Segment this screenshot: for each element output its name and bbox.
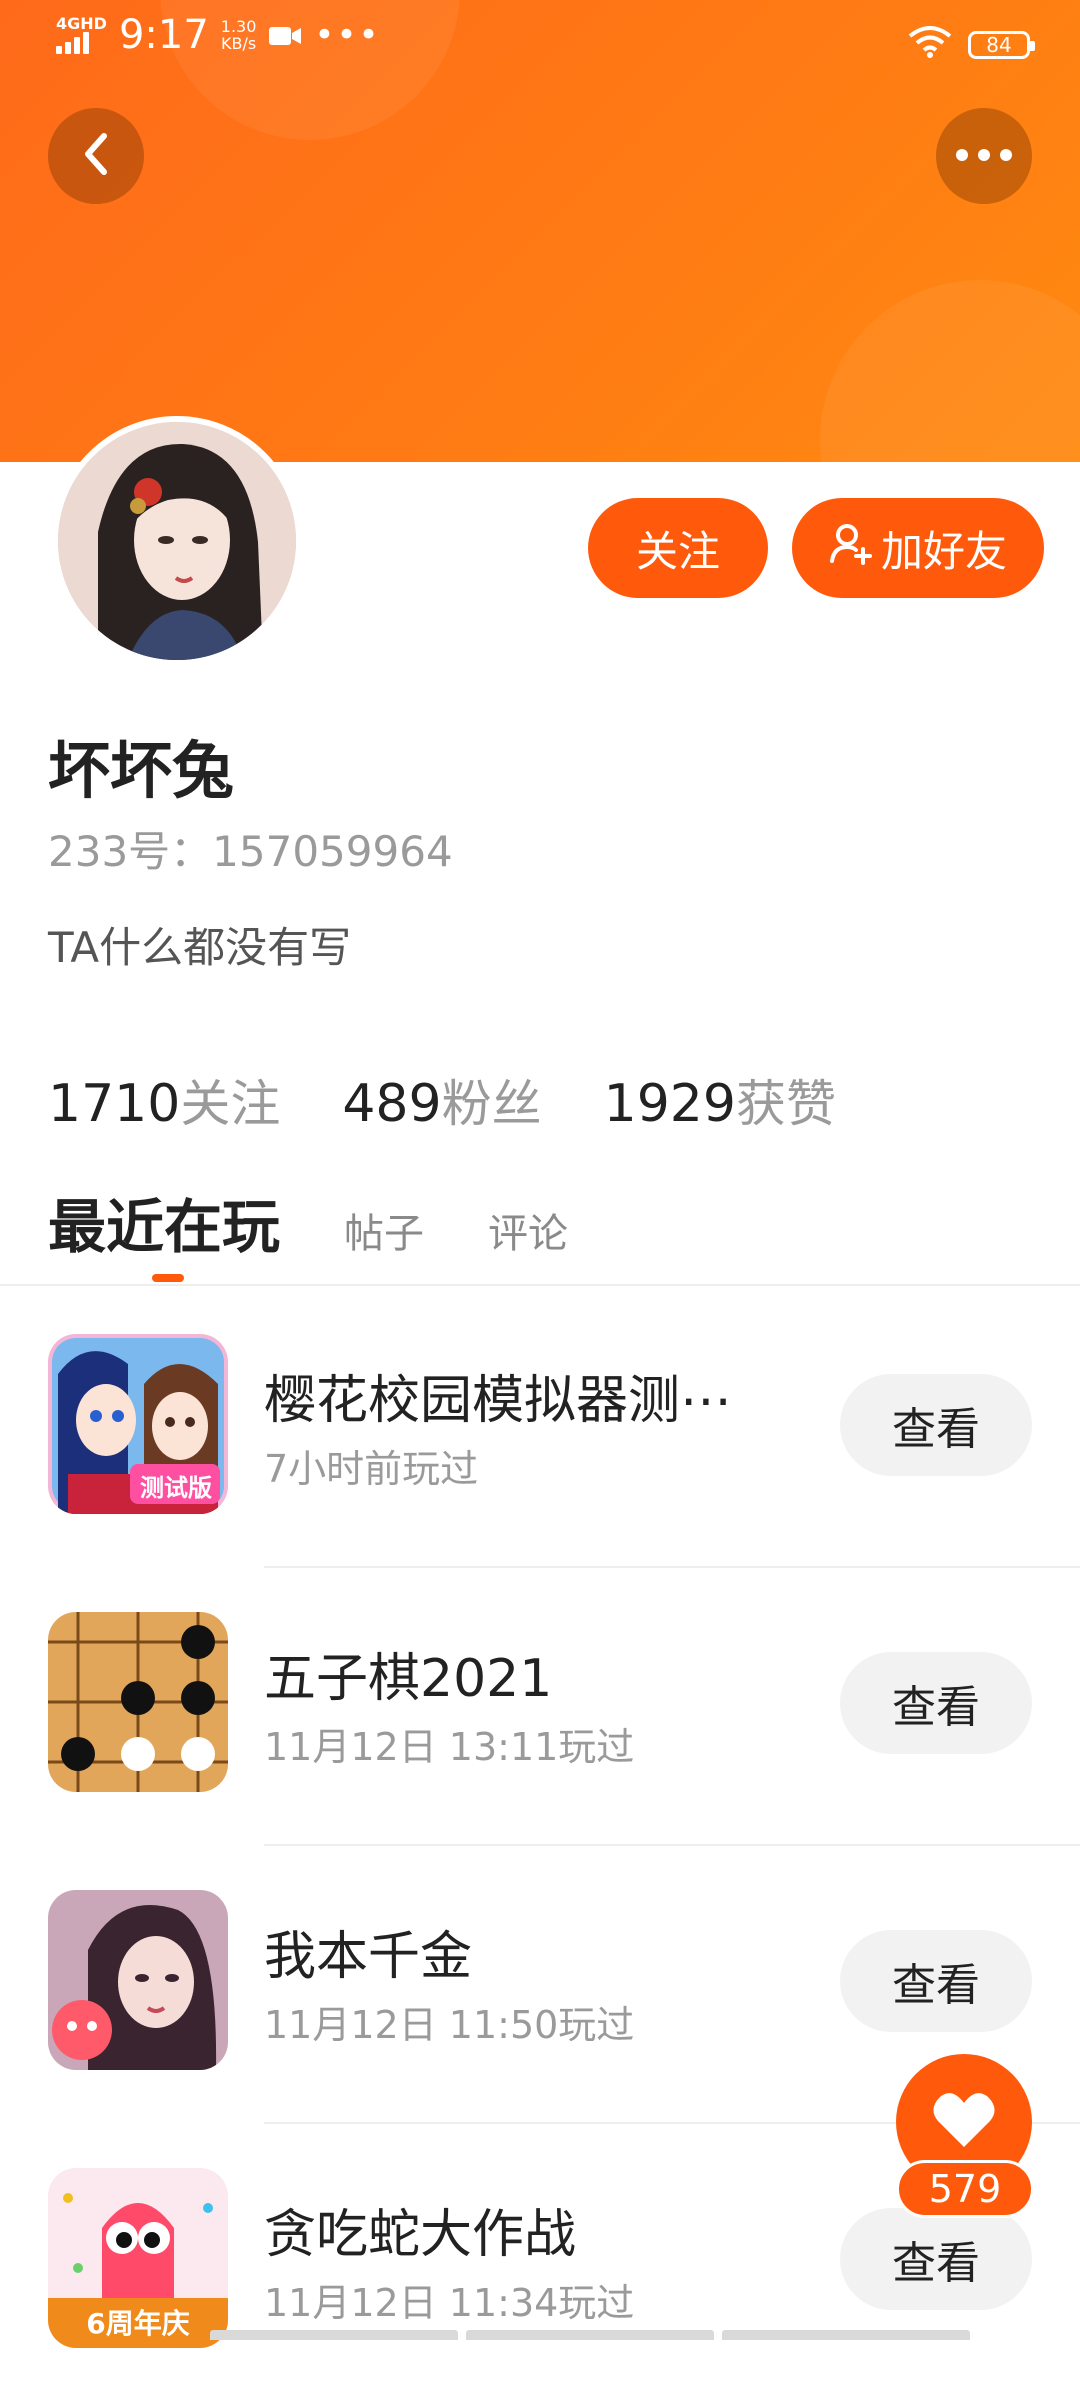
game-list-item[interactable]: 测试版 樱花校园模拟器测⋯ 7小时前玩过 查看 <box>0 1290 1080 1568</box>
stat-label: 关注 <box>180 1075 281 1133</box>
stat-followers[interactable]: 489粉丝 <box>342 1064 541 1136</box>
add-user-icon <box>829 521 873 575</box>
more-dots-icon <box>954 147 1014 166</box>
game-name: 樱花校园模拟器测⋯ <box>264 1371 733 1431</box>
game-last-played: 11月12日 13:11玩过 <box>264 1725 635 1769</box>
tab-recently-played[interactable]: 最近在玩 <box>48 1180 280 1264</box>
view-label: 查看 <box>892 1960 980 2011</box>
view-label: 查看 <box>892 2238 980 2289</box>
game-list-item[interactable]: 五子棋2021 11月12日 13:11玩过 查看 <box>0 1568 1080 1846</box>
game-icon-sakura: 测试版 <box>48 1334 228 1514</box>
user-bio: TA什么都没有写 <box>48 923 352 972</box>
view-label: 查看 <box>892 1404 980 1455</box>
battery-indicator: 84 <box>968 31 1035 59</box>
profile-header-banner: 4GHD 9:17 1.30 KB/s ••• 84 <box>0 0 1080 462</box>
stat-value: 1710 <box>48 1074 181 1134</box>
speed-unit: KB/s <box>220 34 257 53</box>
game-icon-badge: 测试版 <box>140 1474 212 1502</box>
view-game-button[interactable]: 查看 <box>840 1652 1032 1754</box>
stat-value: 489 <box>342 1074 442 1134</box>
like-count-badge: 579 <box>896 2160 1034 2218</box>
speed-value: 1.30 <box>220 17 257 36</box>
battery-level: 84 <box>986 33 1012 57</box>
follow-label: 关注 <box>635 526 720 576</box>
tab-indicator <box>152 1274 184 1282</box>
game-icon-gomoku <box>48 1612 228 1792</box>
view-game-button[interactable]: 查看 <box>840 1374 1032 1476</box>
wifi-icon <box>908 22 952 68</box>
game-name: 五子棋2021 <box>264 1649 553 1709</box>
game-last-played: 7小时前玩过 <box>264 1447 479 1491</box>
banner-decoration <box>820 280 1080 462</box>
back-arrow-icon <box>76 130 116 182</box>
back-button[interactable] <box>48 108 144 204</box>
game-icon-qianjin <box>48 1890 228 2070</box>
game-name: 我本千金 <box>264 1927 473 1987</box>
bottom-tab-peek <box>210 2330 970 2340</box>
divider <box>0 1284 1080 1286</box>
game-name: 贪吃蛇大作战 <box>264 2205 577 2265</box>
game-icon-snake: 6周年庆 <box>48 2168 228 2348</box>
stat-value: 1929 <box>603 1074 736 1134</box>
profile-stats: 1710关注 489粉丝 1929获赞 <box>48 1064 836 1136</box>
view-label: 查看 <box>892 1682 980 1733</box>
avatar-illustration <box>58 422 296 660</box>
status-bar: 4GHD 9:17 1.30 KB/s ••• 84 <box>0 0 1080 84</box>
more-options-button[interactable] <box>936 108 1032 204</box>
game-last-played: 11月12日 11:34玩过 <box>264 2281 635 2325</box>
network-speed: 1.30 KB/s <box>221 18 257 52</box>
game-last-played: 11月12日 11:50玩过 <box>264 2003 635 2047</box>
add-friend-button[interactable]: 加好友 <box>792 498 1044 598</box>
view-game-button[interactable]: 查看 <box>840 1930 1032 2032</box>
profile-tabs: 最近在玩 帖子 评论 <box>48 1180 568 1264</box>
network-type: 4GHD <box>56 14 107 33</box>
view-game-button[interactable]: 查看 <box>840 2208 1032 2310</box>
heart-icon <box>932 2091 996 2153</box>
status-time: 9:17 <box>118 12 209 58</box>
game-icon-badge: 6周年庆 <box>86 2307 190 2340</box>
stat-label: 获赞 <box>735 1075 836 1133</box>
tab-posts[interactable]: 帖子 <box>344 1201 424 1259</box>
signal-indicator: 4GHD <box>56 16 107 54</box>
tab-comments[interactable]: 评论 <box>488 1201 568 1259</box>
user-avatar[interactable] <box>52 416 302 666</box>
username: 坏坏兔 <box>48 734 235 807</box>
follow-button[interactable]: 关注 <box>588 498 768 598</box>
signal-bars-icon <box>56 32 89 54</box>
user-id: 233号：157059964 <box>48 827 453 876</box>
stat-following[interactable]: 1710关注 <box>48 1064 280 1136</box>
add-friend-label: 加好友 <box>880 526 1007 576</box>
video-record-icon <box>268 12 302 58</box>
stat-label: 粉丝 <box>441 1075 542 1133</box>
more-notifications-icon: ••• <box>314 15 381 55</box>
stat-likes[interactable]: 1929获赞 <box>604 1064 836 1136</box>
